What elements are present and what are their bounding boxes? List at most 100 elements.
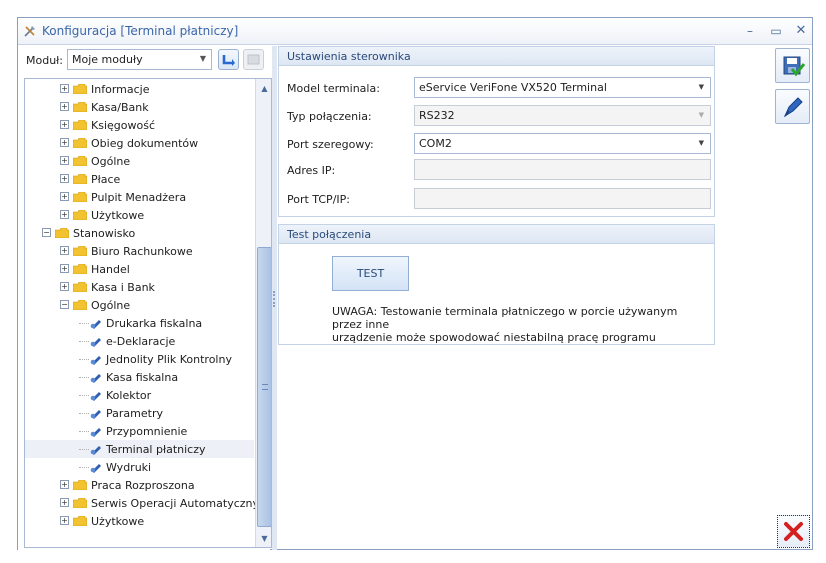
folder-icon: [73, 264, 87, 274]
tree-item[interactable]: + Informacje: [25, 80, 254, 98]
tree-item[interactable]: + Biuro Rachunkowe: [25, 242, 254, 260]
collapse-icon[interactable]: −: [60, 300, 69, 309]
tree-item-label: Serwis Operacji Automatycznych: [91, 497, 272, 510]
tree-item[interactable]: + Obieg dokumentów: [25, 134, 254, 152]
ip-address-label: Adres IP:: [287, 164, 336, 177]
tree-item[interactable]: + Użytkowe: [25, 512, 254, 530]
close-window-button[interactable]: ✕: [792, 22, 810, 40]
expand-icon[interactable]: +: [60, 210, 69, 219]
grip-icon: [273, 291, 275, 307]
serial-port-select[interactable]: COM2 ▼: [414, 133, 711, 154]
folder-icon: [73, 498, 87, 508]
expand-icon[interactable]: +: [60, 282, 69, 291]
chevron-down-icon: ▼: [698, 139, 704, 147]
tree-item[interactable]: + Księgowość: [25, 116, 254, 134]
model-select[interactable]: eService VeriFone VX520 Terminal ▼: [414, 77, 711, 98]
tree-item[interactable]: Terminal płatniczy: [25, 440, 254, 458]
connection-type-select: RS232 ▼: [414, 105, 711, 126]
connection-test-header: Test połączenia: [279, 225, 714, 244]
expand-icon[interactable]: +: [60, 516, 69, 525]
tree-item[interactable]: + Użytkowe: [25, 206, 254, 224]
settings-leaf-icon: [90, 392, 101, 401]
scroll-thumb[interactable]: [257, 247, 271, 527]
cancel-button[interactable]: [777, 515, 810, 548]
save-button[interactable]: [775, 48, 810, 83]
chevron-down-icon: ▼: [698, 83, 704, 91]
expand-icon[interactable]: +: [60, 480, 69, 489]
tree-item-label: Handel: [91, 263, 130, 276]
tree-item-label: Użytkowe: [91, 209, 145, 222]
expand-icon[interactable]: +: [60, 138, 69, 147]
tree-item[interactable]: Wydruki: [25, 458, 254, 476]
tree-item[interactable]: + Serwis Operacji Automatycznych: [25, 494, 271, 512]
tree-item[interactable]: e-Deklaracje: [25, 332, 254, 350]
tree-item[interactable]: Drukarka fiskalna: [25, 314, 254, 332]
test-button[interactable]: TEST: [332, 256, 409, 291]
expand-icon[interactable]: +: [60, 84, 69, 93]
folder-icon: [73, 210, 87, 220]
warning-line-1: UWAGA: Testowanie terminala płatniczego …: [332, 305, 678, 331]
settings-leaf-icon: [90, 410, 101, 419]
pen-icon: [783, 97, 803, 118]
expand-icon[interactable]: +: [60, 174, 69, 183]
panel-splitter[interactable]: [272, 46, 277, 550]
tree-item-label: Kolektor: [106, 389, 152, 402]
settings-tree: + Informacje + Kasa/Bank + Księgowość + Obieg d…: [24, 78, 272, 548]
scroll-down-icon[interactable]: ▼: [257, 531, 271, 546]
tree-item-label: Jednolity Plik Kontrolny: [106, 353, 232, 366]
tree-item-label: Przypomnienie: [106, 425, 188, 438]
expand-icon[interactable]: +: [60, 264, 69, 273]
tree-item-label: Użytkowe: [91, 515, 145, 528]
tree-item[interactable]: + Płace: [25, 170, 254, 188]
settings-leaf-icon: [90, 446, 101, 455]
tree-connector: [79, 377, 89, 378]
tree-scrollbar[interactable]: ▲ ▼: [255, 79, 271, 547]
driver-settings-group: Ustawienia sterownika Model terminala: e…: [278, 46, 715, 217]
chevron-down-icon: ▼: [199, 54, 206, 63]
tree-item[interactable]: Przypomnienie: [25, 422, 254, 440]
tree-item[interactable]: Jednolity Plik Kontrolny: [25, 350, 254, 368]
minimize-button[interactable]: –: [741, 22, 759, 40]
tree-connector: [79, 359, 89, 360]
expand-icon[interactable]: +: [60, 246, 69, 255]
expand-icon[interactable]: +: [60, 498, 69, 507]
tcp-port-label: Port TCP/IP:: [287, 193, 350, 206]
refresh-button[interactable]: [218, 49, 239, 70]
tree-item[interactable]: + Praca Rozproszona: [25, 476, 254, 494]
tree-item[interactable]: Kolektor: [25, 386, 254, 404]
folder-icon: [73, 102, 87, 112]
window-title: Konfiguracja [Terminal płatniczy]: [42, 24, 239, 38]
expand-icon[interactable]: +: [60, 120, 69, 129]
expand-icon[interactable]: +: [60, 156, 69, 165]
tree-item[interactable]: + Ogólne: [25, 152, 254, 170]
tree-item[interactable]: + Pulpit Menadżera: [25, 188, 254, 206]
folder-icon: [73, 300, 87, 310]
warning-line-2: urządzenie może spowodować niestabilną p…: [332, 331, 656, 344]
maximize-button[interactable]: ▭: [767, 22, 785, 40]
tree-item[interactable]: + Kasa i Bank: [25, 278, 254, 296]
tree-item[interactable]: Kasa fiskalna: [25, 368, 254, 386]
tree-item[interactable]: − Ogólne: [25, 296, 254, 314]
edit-button[interactable]: [775, 89, 810, 124]
config-window: Konfiguracja [Terminal płatniczy] – ▭ ✕ …: [17, 17, 813, 550]
tree-item[interactable]: Parametry: [25, 404, 254, 422]
expand-icon[interactable]: +: [60, 192, 69, 201]
tree-item-label: Parametry: [106, 407, 163, 420]
tree-item-label: Księgowość: [91, 119, 155, 132]
tree-item[interactable]: + Kasa/Bank: [25, 98, 254, 116]
folder-icon: [73, 120, 87, 130]
tree-item[interactable]: − Stanowisko: [25, 224, 254, 242]
folder-icon: [73, 246, 87, 256]
tree-connector: [79, 413, 89, 414]
model-value: eService VeriFone VX520 Terminal: [419, 81, 607, 94]
modul-select[interactable]: Moje moduły ▼: [67, 49, 212, 70]
settings-leaf-icon: [90, 338, 101, 347]
settings-leaf-icon: [90, 428, 101, 437]
tree-item-label: Terminal płatniczy: [106, 443, 206, 456]
tree-connector: [79, 395, 89, 396]
expand-icon[interactable]: +: [60, 102, 69, 111]
disabled-toolbar-button[interactable]: [243, 49, 264, 70]
tree-item[interactable]: + Handel: [25, 260, 254, 278]
scroll-up-icon[interactable]: ▲: [257, 81, 271, 96]
collapse-icon[interactable]: −: [42, 228, 51, 237]
